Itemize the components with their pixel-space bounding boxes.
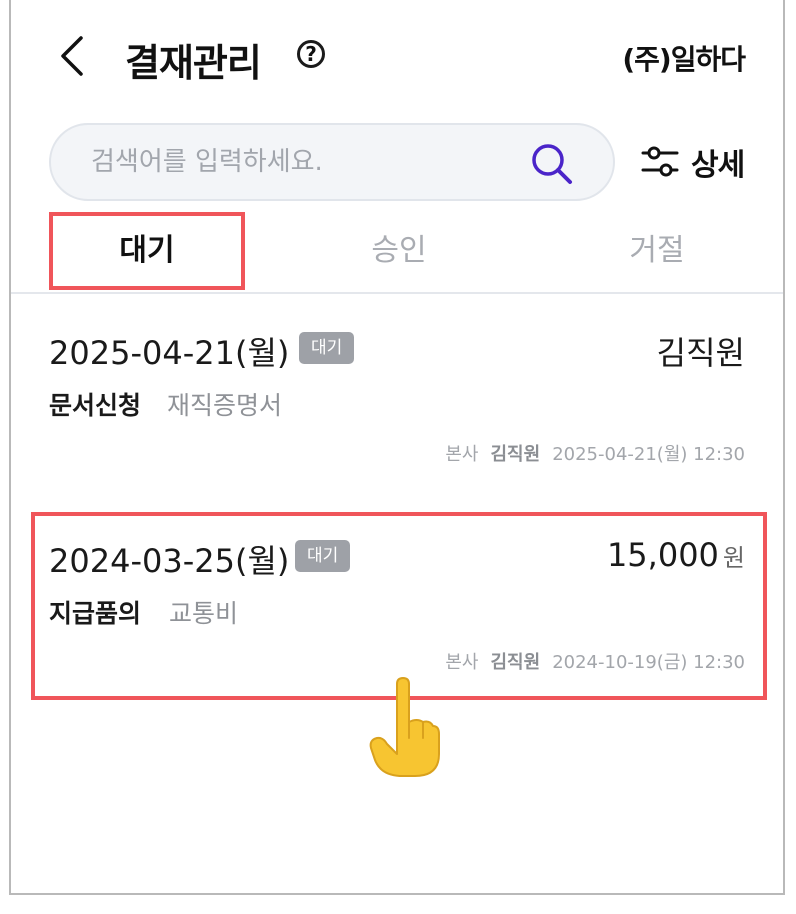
- search-input[interactable]: [89, 141, 513, 183]
- card-type: 문서신청: [49, 391, 142, 420]
- card-meta: 본사 김직원 2025-04-21(월) 12:30: [445, 440, 745, 466]
- card-meta: 본사 김직원 2024-10-19(금) 12:30: [445, 648, 745, 674]
- approval-card[interactable]: 2024-03-25(월) 대기 15,000 원 지급품의 교통비 본사 김직원 2…: [11, 516, 783, 696]
- back-button[interactable]: [55, 34, 91, 78]
- chevron-left-icon: [61, 36, 83, 76]
- meta-datetime: 2025-04-21(월) 12:30: [552, 444, 745, 465]
- search-bar: [49, 123, 615, 201]
- card-date: 2025-04-21(월): [49, 334, 290, 372]
- status-badge: 대기: [295, 540, 351, 572]
- card-type: 지급품의: [49, 599, 142, 628]
- question-circle-icon[interactable]: ?: [297, 40, 325, 68]
- search-icon[interactable]: [527, 139, 577, 189]
- status-tabs: 대기 승인 거절: [11, 212, 783, 294]
- approval-card[interactable]: 2025-04-21(월) 대기 김직원 문서신청 재직증명서 본사 김직원 202…: [11, 310, 783, 490]
- meta-branch: 본사: [445, 444, 479, 465]
- requester-name: 김직원: [656, 334, 745, 372]
- company-name: (주)일하다: [622, 43, 746, 76]
- status-badge: 대기: [299, 332, 355, 364]
- pointing-hand-icon: [369, 677, 440, 777]
- page-title: 결재관리: [125, 41, 262, 85]
- amount: 15,000 원: [607, 536, 745, 574]
- header: 결재관리 ? (주)일하다: [11, 0, 783, 110]
- amount-value: 15,000: [606, 536, 719, 574]
- tab-pending[interactable]: 대기: [49, 212, 245, 290]
- tab-approved[interactable]: 승인: [301, 212, 497, 290]
- meta-branch: 본사: [445, 652, 479, 673]
- amount-unit: 원: [722, 544, 745, 572]
- tab-rejected[interactable]: 거절: [559, 212, 755, 290]
- sliders-icon: [641, 146, 679, 177]
- meta-name: 김직원: [490, 652, 541, 673]
- card-subtype: 재직증명서: [167, 391, 283, 420]
- meta-name: 김직원: [490, 444, 541, 465]
- card-subtype: 교통비: [169, 599, 239, 628]
- app-screen: 결재관리 ? (주)일하다 상세 대기 승인 거절 2025-04-21(월) …: [9, 0, 785, 895]
- detail-filter-label: 상세: [691, 148, 745, 183]
- meta-datetime: 2024-10-19(금) 12:30: [552, 652, 745, 673]
- card-date: 2024-03-25(월): [49, 542, 290, 580]
